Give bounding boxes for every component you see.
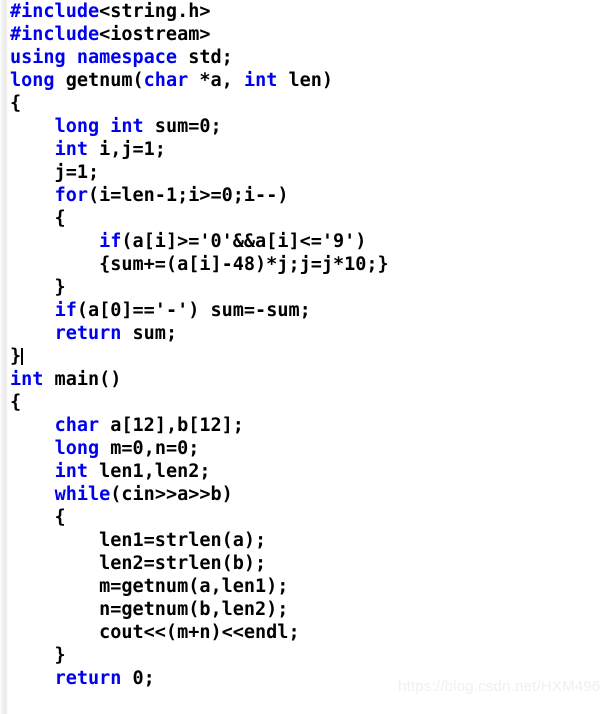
code-plain [10, 438, 55, 459]
code-plain: cout<<(m+n)<<endl; [10, 622, 300, 643]
code-keyword: #include [10, 1, 100, 22]
code-keyword: char [143, 70, 189, 91]
code-plain: } [10, 346, 22, 367]
code-plain [10, 484, 55, 505]
code-keyword: if [54, 300, 77, 321]
code-plain: { [10, 507, 66, 528]
code-plain: <iostream> [99, 24, 211, 45]
code-keyword: int [54, 139, 88, 160]
code-line[interactable]: {sum+=(a[i]-48)*j;j=j*10;} [0, 253, 615, 276]
code-plain: m=getnum(a,len1); [10, 576, 289, 597]
code-plain: len2=strlen(b); [10, 553, 267, 574]
code-plain: len) [277, 70, 334, 91]
code-line[interactable]: for(i=len-1;i>=0;i--) [0, 184, 615, 207]
code-plain: (a[i]>='0'&&a[i]<='9') [121, 231, 367, 252]
code-line[interactable]: n=getnum(b,len2); [0, 598, 615, 621]
code-plain [10, 415, 55, 436]
code-keyword: int [54, 461, 88, 482]
code-plain: m=0,n=0; [99, 438, 200, 459]
code-plain: sum=0; [143, 116, 222, 137]
code-line[interactable]: { [0, 391, 615, 414]
text-caret [21, 348, 24, 365]
code-plain [10, 300, 55, 321]
code-line[interactable]: if(a[i]>='0'&&a[i]<='9') [0, 230, 615, 253]
code-keyword: using namespace [10, 47, 178, 68]
code-line[interactable]: int main() [0, 368, 615, 391]
code-line[interactable]: using namespace std; [0, 46, 615, 69]
code-line[interactable]: len1=strlen(a); [0, 529, 615, 552]
code-plain: 0; [121, 668, 155, 689]
code-keyword: long int [54, 116, 144, 137]
code-plain: } [10, 645, 66, 666]
code-plain: } [10, 277, 66, 298]
code-keyword: char [54, 415, 100, 436]
code-plain: len1,len2; [87, 461, 211, 482]
code-keyword: #include [10, 24, 100, 45]
code-plain: {sum+=(a[i]-48)*j;j=j*10;} [10, 254, 389, 275]
code-keyword: if [99, 231, 122, 252]
code-line[interactable]: { [0, 506, 615, 529]
code-plain: { [10, 208, 66, 229]
code-plain: getnum( [54, 70, 144, 91]
code-editor-text-area[interactable]: #include<string.h> #include<iostream> usin… [0, 0, 615, 714]
code-line[interactable]: char a[12],b[12]; [0, 414, 615, 437]
code-line[interactable]: if(a[0]=='-') sum=-sum; [0, 299, 615, 322]
code-plain [10, 231, 99, 252]
code-plain: a[12],b[12]; [99, 415, 244, 436]
code-plain: { [10, 392, 22, 413]
code-keyword: int [243, 70, 278, 91]
code-line[interactable]: cout<<(m+n)<<endl; [0, 621, 615, 644]
code-plain: std; [177, 47, 233, 68]
code-keyword: return [54, 323, 122, 344]
code-plain: main() [43, 369, 122, 390]
code-line[interactable]: #include<iostream> [0, 23, 615, 46]
code-line[interactable]: int len1,len2; [0, 460, 615, 483]
code-keyword: long [54, 438, 100, 459]
code-plain: (a[0]=='-') sum=-sum; [76, 300, 311, 321]
code-line[interactable]: long m=0,n=0; [0, 437, 615, 460]
code-plain: i,j=1; [87, 139, 166, 160]
code-line[interactable]: long getnum(char *a, int len) [0, 69, 615, 92]
code-line[interactable]: return sum; [0, 322, 615, 345]
code-line[interactable]: { [0, 207, 615, 230]
code-plain: *a, [188, 70, 244, 91]
code-line[interactable]: int i,j=1; [0, 138, 615, 161]
code-plain [10, 461, 55, 482]
code-keyword: while [54, 484, 111, 505]
code-line[interactable]: } [0, 276, 615, 299]
code-plain: <string.h> [99, 1, 211, 22]
watermark-url: https://blog.csdn.net/HXM496 [398, 678, 601, 695]
code-plain: (cin>>a>>b) [110, 484, 233, 505]
code-line[interactable]: { [0, 92, 615, 115]
code-plain: sum; [121, 323, 178, 344]
code-plain: { [10, 93, 22, 114]
code-line[interactable]: } [0, 644, 615, 667]
code-plain [10, 185, 55, 206]
code-plain: n=getnum(b,len2); [10, 599, 289, 620]
code-line[interactable]: j=1; [0, 161, 615, 184]
code-plain: j=1; [10, 162, 100, 183]
code-line[interactable]: } [0, 345, 615, 368]
code-plain: (i=len-1;i>=0;i--) [87, 185, 289, 206]
code-line[interactable]: long int sum=0; [0, 115, 615, 138]
code-keyword: long [10, 70, 55, 91]
code-keyword: for [54, 185, 88, 206]
code-screenshot: #include<string.h> #include<iostream> usin… [0, 0, 615, 714]
code-plain [10, 139, 55, 160]
code-keyword: return [54, 668, 122, 689]
code-plain: len1=strlen(a); [10, 530, 267, 551]
code-plain [10, 668, 55, 689]
code-keyword: int [10, 369, 44, 390]
code-plain [10, 323, 55, 344]
code-line[interactable]: len2=strlen(b); [0, 552, 615, 575]
code-plain [10, 116, 55, 137]
code-line[interactable]: m=getnum(a,len1); [0, 575, 615, 598]
code-line[interactable]: while(cin>>a>>b) [0, 483, 615, 506]
code-line[interactable]: #include<string.h> [0, 0, 615, 23]
